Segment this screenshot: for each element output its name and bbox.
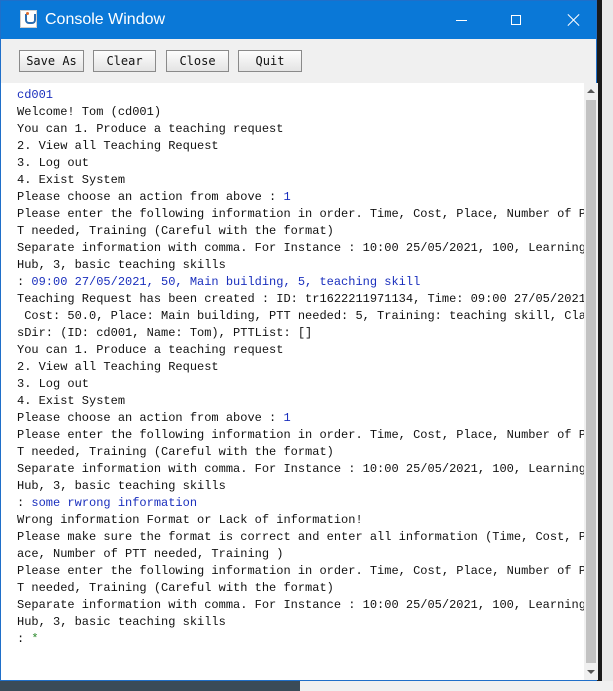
console-lines: cd001 Welcome! Tom (cd001) You can 1. Prod… bbox=[17, 87, 584, 648]
console-line-text: sDir: (ID: cd001, Name: Tom), PTTList: [… bbox=[17, 326, 313, 340]
scroll-down-button[interactable] bbox=[584, 664, 598, 680]
console-line-text: T needed, Training (Careful with the for… bbox=[17, 581, 334, 595]
close-window-button[interactable] bbox=[549, 1, 599, 39]
console-line: : * bbox=[17, 631, 584, 648]
scrollbar-thumb[interactable] bbox=[586, 100, 596, 663]
console-window: Console Window Save As Clear Close Quit … bbox=[0, 0, 598, 681]
console-line: ace, Number of PTT needed, Training ) bbox=[17, 546, 584, 563]
console-line-text: Separate information with comma. For Ins… bbox=[17, 462, 584, 476]
console-line: Cost: 50.0, Place: Main building, PTT ne… bbox=[17, 308, 584, 325]
console-line: Welcome! Tom (cd001) bbox=[17, 104, 584, 121]
console-line: Separate information with comma. For Ins… bbox=[17, 240, 584, 257]
minimize-button[interactable] bbox=[436, 1, 486, 39]
console-line: Teaching Request has been created : ID: … bbox=[17, 291, 584, 308]
console-line-text: 4. Exist System bbox=[17, 173, 126, 187]
console-user-input: 09:00 27/05/2021, 50, Main building, 5, … bbox=[31, 275, 421, 289]
console-line-text: 3. Log out bbox=[17, 156, 90, 170]
maximize-button[interactable] bbox=[491, 1, 541, 39]
console-line-text: 4. Exist System bbox=[17, 394, 126, 408]
console-line: Hub, 3, basic teaching skills bbox=[17, 614, 584, 631]
console-line: Hub, 3, basic teaching skills bbox=[17, 478, 584, 495]
console-line: 3. Log out bbox=[17, 155, 584, 172]
toolbar: Save As Clear Close Quit bbox=[1, 39, 596, 83]
console-line: Separate information with comma. For Ins… bbox=[17, 461, 584, 478]
arrow-down-icon bbox=[587, 670, 595, 674]
console-line-text: Welcome! Tom (cd001) bbox=[17, 105, 162, 119]
console-line-text: : bbox=[17, 496, 32, 510]
console-line-text: 2. View all Teaching Request bbox=[17, 139, 219, 153]
console-user-input: 1 bbox=[283, 190, 291, 204]
console-line-text: : bbox=[17, 275, 32, 289]
console-user-input: * bbox=[31, 632, 39, 646]
background-window bbox=[300, 681, 613, 691]
console-line: Please choose an action from above : 1 bbox=[17, 189, 584, 206]
vertical-scrollbar[interactable] bbox=[584, 83, 598, 680]
console-line: 2. View all Teaching Request bbox=[17, 138, 584, 155]
console-line: You can 1. Produce a teaching request bbox=[17, 121, 584, 138]
background-taskbar bbox=[0, 681, 613, 691]
console-line: T needed, Training (Careful with the for… bbox=[17, 223, 584, 240]
title-bar[interactable]: Console Window bbox=[1, 1, 596, 39]
console-line: : 09:00 27/05/2021, 50, Main building, 5… bbox=[17, 274, 584, 291]
console-line-text: Please enter the following information i… bbox=[17, 428, 584, 442]
console-line: Please make sure the format is correct a… bbox=[17, 529, 584, 546]
quit-button[interactable]: Quit bbox=[238, 50, 302, 72]
console-line-text: Please make sure the format is correct a… bbox=[17, 530, 584, 544]
console-user-input: 1 bbox=[283, 411, 291, 425]
console-line-text: Please choose an action from above : bbox=[17, 411, 284, 425]
console-line: 4. Exist System bbox=[17, 393, 584, 410]
console-line-text: ace, Number of PTT needed, Training ) bbox=[17, 547, 284, 561]
console-output[interactable]: cd001 Welcome! Tom (cd001) You can 1. Prod… bbox=[10, 83, 584, 680]
console-line: T needed, Training (Careful with the for… bbox=[17, 580, 584, 597]
clear-button[interactable]: Clear bbox=[93, 50, 156, 72]
console-line: sDir: (ID: cd001, Name: Tom), PTTList: [… bbox=[17, 325, 584, 342]
console-line: Please enter the following information i… bbox=[17, 427, 584, 444]
close-icon bbox=[567, 13, 581, 27]
console-line-text: Hub, 3, basic teaching skills bbox=[17, 479, 226, 493]
console-line-text: Please choose an action from above : bbox=[17, 190, 284, 204]
console-line-text: Wrong information Format or Lack of info… bbox=[17, 513, 363, 527]
console-line: Please enter the following information i… bbox=[17, 563, 584, 580]
console-line-text: : bbox=[17, 632, 32, 646]
console-line-text: T needed, Training (Careful with the for… bbox=[17, 445, 334, 459]
minimize-icon bbox=[455, 19, 467, 21]
close-button[interactable]: Close bbox=[166, 50, 229, 72]
console-line-text: Separate information with comma. For Ins… bbox=[17, 598, 584, 612]
console-line-text: 2. View all Teaching Request bbox=[17, 360, 219, 374]
java-app-icon bbox=[20, 10, 37, 28]
scroll-up-button[interactable] bbox=[584, 83, 598, 99]
console-line-text: Hub, 3, basic teaching skills bbox=[17, 615, 226, 629]
console-line-text: 3. Log out bbox=[17, 377, 90, 391]
console-line: Wrong information Format or Lack of info… bbox=[17, 512, 584, 529]
console-line-text: Cost: 50.0, Place: Main building, PTT ne… bbox=[17, 309, 584, 323]
console-line: Separate information with comma. For Ins… bbox=[17, 597, 584, 614]
console-line-text: Separate information with comma. For Ins… bbox=[17, 241, 584, 255]
console-line: 3. Log out bbox=[17, 376, 584, 393]
maximize-icon bbox=[511, 15, 521, 25]
console-line-text: cd001 bbox=[17, 88, 54, 102]
background-desktop bbox=[597, 0, 613, 691]
window-title: Console Window bbox=[45, 11, 166, 28]
console-line: : some rwrong information bbox=[17, 495, 584, 512]
console-user-input: some rwrong information bbox=[31, 496, 198, 510]
arrow-up-icon bbox=[587, 89, 595, 93]
console-line: T needed, Training (Careful with the for… bbox=[17, 444, 584, 461]
console-line-text: You can 1. Produce a teaching request bbox=[17, 122, 284, 136]
console-line: Please enter the following information i… bbox=[17, 206, 584, 223]
console-line: You can 1. Produce a teaching request bbox=[17, 342, 584, 359]
console-line: Hub, 3, basic teaching skills bbox=[17, 257, 584, 274]
console-line: 4. Exist System bbox=[17, 172, 584, 189]
console-line-text: T needed, Training (Careful with the for… bbox=[17, 224, 334, 238]
console-line-text: Please enter the following information i… bbox=[17, 207, 584, 221]
console-line: 2. View all Teaching Request bbox=[17, 359, 584, 376]
console-line-text: Please enter the following information i… bbox=[17, 564, 584, 578]
console-line-text: Teaching Request has been created : ID: … bbox=[17, 292, 584, 306]
save-as-button[interactable]: Save As bbox=[19, 50, 84, 72]
console-line-text: Hub, 3, basic teaching skills bbox=[17, 258, 226, 272]
console-line-text: You can 1. Produce a teaching request bbox=[17, 343, 284, 357]
console-line: Please choose an action from above : 1 bbox=[17, 410, 584, 427]
console-line: cd001 bbox=[17, 87, 584, 104]
